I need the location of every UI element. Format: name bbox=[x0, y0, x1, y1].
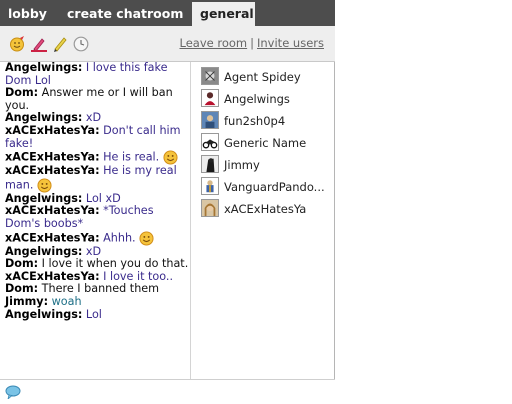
dark-figure-avatar bbox=[201, 155, 219, 173]
user-list-item[interactable]: Jimmy bbox=[192, 153, 334, 175]
message-text: Lol bbox=[85, 307, 102, 321]
invite-users-link[interactable]: Invite users bbox=[257, 36, 324, 50]
message-nick[interactable]: Angelwings: bbox=[5, 245, 82, 258]
user-name: Generic Name bbox=[224, 136, 307, 150]
chat-message: Dom: Answer me or I will ban you. bbox=[5, 86, 190, 112]
message-nick[interactable]: Jimmy: bbox=[5, 295, 48, 308]
chat-message: xACExHatesYa: Don't call him fake! bbox=[5, 124, 190, 150]
chat-message: xACExHatesYa: Ahhh. bbox=[5, 231, 190, 246]
leave-room-link[interactable]: Leave room bbox=[180, 36, 248, 50]
smiley-emoticon-icon bbox=[37, 178, 52, 193]
input-bar[interactable] bbox=[0, 379, 335, 404]
motorbike-avatar bbox=[201, 133, 219, 151]
chat-app: lobby create chatroom general Leave room… bbox=[0, 0, 335, 404]
user-list-item[interactable]: Angelwings bbox=[192, 87, 334, 109]
message-nick[interactable]: xACExHatesYa: bbox=[5, 231, 100, 244]
user-name: VanguardPando... bbox=[224, 180, 325, 194]
user-name: Agent Spidey bbox=[224, 70, 301, 84]
user-name: Jimmy bbox=[224, 158, 260, 172]
chat-message: Angelwings: I love this fake Dom Lol bbox=[5, 62, 190, 87]
tab-general[interactable]: general bbox=[192, 2, 255, 26]
message-text: I love it too.. bbox=[103, 269, 174, 283]
user-name: Angelwings bbox=[224, 92, 290, 106]
chat-message: xACExHatesYa: He is real. bbox=[5, 150, 190, 165]
smiley-emoticon-icon bbox=[139, 231, 154, 246]
user-name: fun2sh0p4 bbox=[224, 114, 286, 128]
chat-message: xACExHatesYa: He is my real man. bbox=[5, 164, 190, 193]
user-list-item[interactable]: xACExHatesYa bbox=[192, 197, 334, 219]
user-name: xACExHatesYa bbox=[224, 202, 307, 216]
message-nick[interactable]: Dom: bbox=[5, 282, 38, 296]
girl-avatar bbox=[201, 199, 219, 217]
soldier-avatar bbox=[201, 177, 219, 195]
message-nick[interactable]: xACExHatesYa: bbox=[5, 151, 100, 164]
toolbar: Leave room | Invite users bbox=[0, 26, 335, 62]
message-nick[interactable]: xACExHatesYa: bbox=[5, 164, 100, 177]
user-list-item[interactable]: fun2sh0p4 bbox=[192, 109, 334, 131]
angel-avatar bbox=[201, 89, 219, 107]
message-nick[interactable]: Angelwings: bbox=[5, 62, 82, 74]
tab-create-chatroom[interactable]: create chatroom bbox=[59, 0, 189, 26]
chat-message: xACExHatesYa: *Touches Dom's boobs* bbox=[5, 205, 190, 230]
clock-icon[interactable] bbox=[73, 36, 89, 52]
message-nick[interactable]: Angelwings: bbox=[5, 111, 82, 125]
message-text: xD bbox=[85, 244, 102, 258]
shopper-avatar bbox=[201, 111, 219, 129]
message-text: There I banned them bbox=[41, 282, 160, 296]
user-list-item[interactable]: Agent Spidey bbox=[192, 65, 334, 87]
chat-message: Angelwings: Lol bbox=[5, 307, 190, 322]
message-text: Ahhh. bbox=[103, 231, 136, 245]
message-nick[interactable]: Angelwings: bbox=[5, 192, 82, 205]
chat-log[interactable]: Angelwings: I love this fake Dom Lol Dom:… bbox=[0, 62, 191, 379]
user-list-item[interactable]: Generic Name bbox=[192, 131, 334, 153]
message-nick[interactable]: xACExHatesYa: bbox=[5, 204, 100, 218]
room-links: Leave room | Invite users bbox=[180, 36, 325, 50]
message-nick[interactable]: Dom: bbox=[5, 257, 38, 270]
message-text: woah bbox=[51, 294, 82, 308]
pencil-icon[interactable] bbox=[52, 36, 68, 52]
tab-bar: lobby create chatroom general bbox=[0, 0, 335, 26]
speech-bubble-icon[interactable] bbox=[5, 385, 21, 399]
message-nick[interactable]: Dom: bbox=[5, 86, 38, 99]
user-list: Agent Spidey Angelwings fun2sh0p4 Generic N… bbox=[192, 62, 334, 382]
message-nick[interactable]: Angelwings: bbox=[5, 308, 82, 321]
pen-icon[interactable] bbox=[31, 36, 47, 52]
user-list-item[interactable]: VanguardPando... bbox=[192, 175, 334, 197]
links-separator: | bbox=[250, 36, 254, 50]
spider-avatar bbox=[201, 67, 219, 85]
message-nick[interactable]: xACExHatesYa: bbox=[5, 270, 100, 283]
message-text: xD bbox=[85, 111, 102, 125]
message-text: He is real. bbox=[103, 150, 160, 164]
smiley-icon[interactable] bbox=[9, 36, 25, 52]
smiley-emoticon-icon bbox=[163, 150, 178, 165]
tab-lobby[interactable]: lobby bbox=[0, 0, 52, 26]
message-nick[interactable]: xACExHatesYa: bbox=[5, 124, 100, 137]
message-text: I love it when you do that. bbox=[41, 257, 189, 271]
message-text: Lol xD bbox=[85, 191, 121, 205]
